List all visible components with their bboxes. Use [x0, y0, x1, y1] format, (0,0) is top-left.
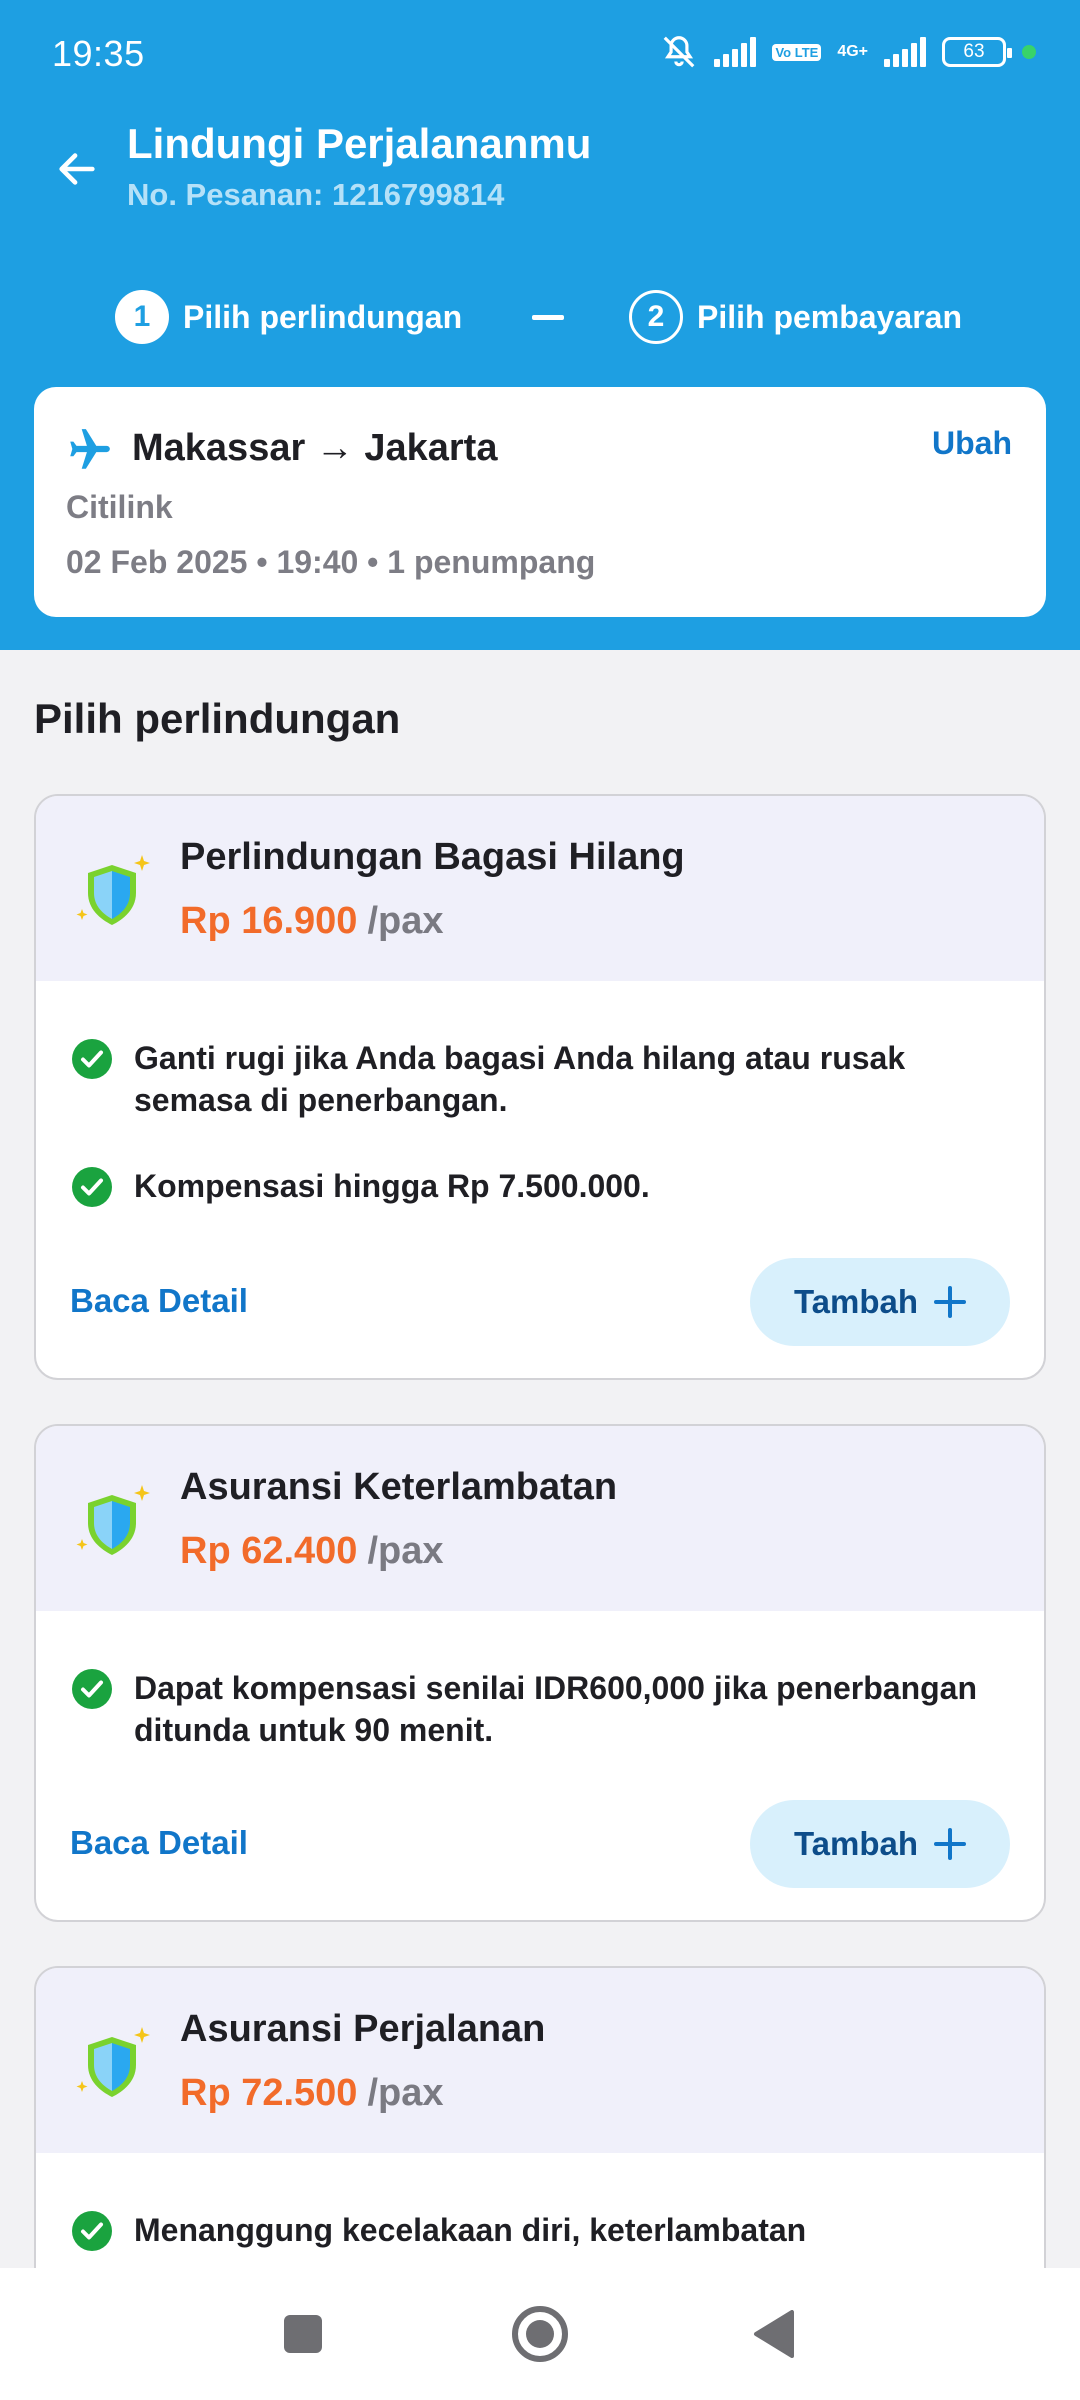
flight-summary-card: Makassar → Jakarta Ubah Citilink 02 Feb … [34, 387, 1046, 617]
add-button[interactable]: Tambah [750, 1800, 1010, 1888]
mute-bell-icon [664, 36, 695, 68]
check-circle-icon [72, 2211, 112, 2251]
home-button[interactable] [500, 2294, 580, 2374]
signal-icon [714, 37, 757, 67]
shield-icon [76, 855, 150, 925]
status-bar: 19:35 Vo LTE 4G+ 63 [0, 0, 1080, 100]
status-time: 19:35 [52, 33, 145, 74]
privacy-indicator [1022, 45, 1036, 59]
stepper: 1 Pilih perlindungan 2 Pilih pembayaran [0, 288, 1080, 346]
plus-icon [934, 1828, 967, 1860]
step-number: 1 [115, 290, 169, 344]
back-nav-button[interactable] [734, 2294, 814, 2374]
flight-route: Makassar → Jakarta [132, 427, 498, 469]
price-unit: /pax [367, 900, 444, 942]
price-amount: Rp 16.900 [180, 900, 358, 942]
benefit-item: Menanggung kecelakaan diri, keterlambata… [72, 2209, 1014, 2251]
page-title: Lindungi Perjalananmu [127, 120, 592, 167]
add-button[interactable]: Tambah [750, 1258, 1010, 1346]
benefit-text: Dapat kompensasi senilai IDR600,000 jika… [134, 1670, 978, 1748]
add-button-label: Tambah [793, 1825, 919, 1862]
battery-icon: 63 [942, 37, 1012, 67]
flight-details: 02 Feb 2025 • 19:40 • 1 penumpang [66, 544, 596, 580]
recents-button[interactable] [263, 2294, 343, 2374]
benefit-text: Kompensasi hingga Rp 7.500.000. [134, 1168, 650, 1204]
signal-icon [884, 37, 926, 67]
price-amount: Rp 72.500 [180, 2072, 358, 2114]
product-name: Perlindungan Bagasi Hilang [180, 836, 685, 878]
plus-icon [934, 1286, 967, 1318]
benefit-list: Ganti rugi jika Anda bagasi Anda hilang … [36, 981, 1044, 1207]
system-nav-bar [0, 2268, 1080, 2400]
battery-level: 63 [963, 41, 985, 62]
back-triangle-icon [754, 2310, 794, 2358]
benefit-item: Kompensasi hingga Rp 7.500.000. [72, 1165, 1014, 1207]
section-title: Pilih perlindungan [34, 695, 401, 742]
product-price: Rp 62.400/pax [180, 1530, 444, 1573]
product-price: Rp 72.500/pax [180, 2072, 444, 2115]
back-button[interactable] [46, 138, 108, 200]
read-detail-link[interactable]: Baca Detail [70, 1282, 248, 1320]
home-icon [512, 2306, 568, 2362]
price-unit: /pax [367, 2072, 444, 2114]
benefit-item: Ganti rugi jika Anda bagasi Anda hilang … [72, 1037, 1014, 1121]
protection-card-baggage: Perlindungan Bagasi Hilang Rp 16.900/pax… [34, 794, 1046, 1380]
step-label: Pilih perlindungan [183, 298, 463, 335]
product-price: Rp 16.900/pax [180, 900, 444, 943]
benefit-list: Menanggung kecelakaan diri, keterlambata… [36, 2153, 1044, 2251]
check-circle-icon [72, 1167, 112, 1207]
shield-icon [76, 2027, 150, 2097]
step-choose-payment: 2 Pilih pembayaran [629, 288, 962, 346]
card-footer: Baca Detail Tambah [36, 1800, 1044, 1888]
benefit-list: Dapat kompensasi senilai IDR600,000 jika… [36, 1611, 1044, 1751]
benefit-item: Dapat kompensasi senilai IDR600,000 jika… [72, 1667, 1014, 1751]
plane-icon [70, 429, 110, 469]
recents-icon [284, 2315, 322, 2353]
benefit-text: Menanggung kecelakaan diri, keterlambata… [134, 2212, 807, 2248]
add-button-label: Tambah [793, 1283, 919, 1320]
product-name: Asuransi Keterlambatan [180, 1466, 618, 1508]
read-detail-link[interactable]: Baca Detail [70, 1824, 248, 1862]
status-icons: Vo LTE 4G+ 63 [660, 30, 1036, 74]
benefit-text: Ganti rugi jika Anda bagasi Anda hilang … [134, 1040, 906, 1118]
card-header: Asuransi Keterlambatan Rp 62.400/pax [36, 1426, 1044, 1611]
step-label: Pilih pembayaran [697, 298, 962, 335]
step-choose-protection: 1 Pilih perlindungan [115, 288, 462, 346]
card-header: Perlindungan Bagasi Hilang Rp 16.900/pax [36, 796, 1044, 981]
price-unit: /pax [367, 1530, 444, 1572]
protection-card-delay: Asuransi Keterlambatan Rp 62.400/pax Dap… [34, 1424, 1046, 1922]
card-header: Asuransi Perjalanan Rp 72.500/pax [36, 1968, 1044, 2153]
price-amount: Rp 62.400 [180, 1530, 358, 1572]
airline-name: Citilink [66, 489, 173, 525]
step-divider [532, 315, 564, 320]
back-arrow-icon [59, 153, 95, 185]
order-number: No. Pesanan: 1216799814 [127, 177, 505, 212]
check-circle-icon [72, 1039, 112, 1079]
step-number: 2 [629, 290, 683, 344]
volte-badge: Vo LTE [772, 43, 822, 61]
edit-flight-link[interactable]: Ubah [932, 425, 1012, 462]
network-type: 4G+ [837, 43, 868, 60]
check-circle-icon [72, 1669, 112, 1709]
card-footer: Baca Detail Tambah [36, 1258, 1044, 1346]
product-name: Asuransi Perjalanan [180, 2008, 546, 2050]
shield-icon [76, 1485, 150, 1555]
